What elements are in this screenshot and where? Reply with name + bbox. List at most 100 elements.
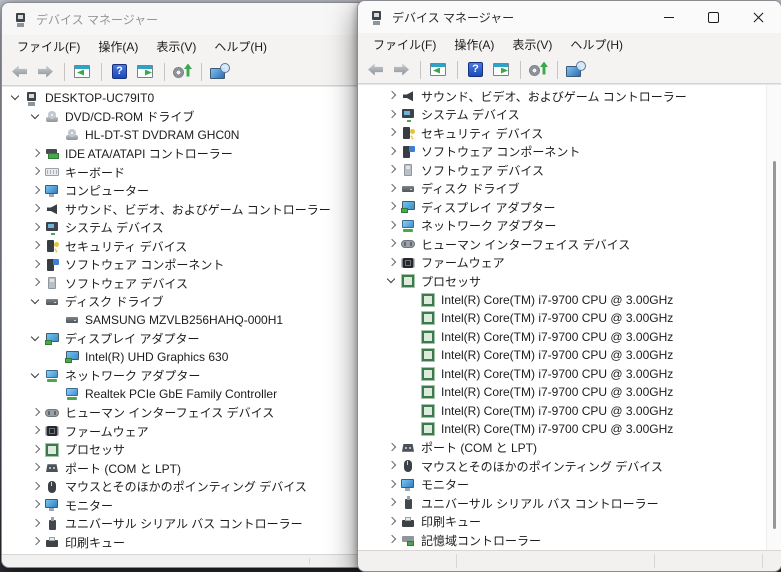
show-console-tree-icon[interactable] [428, 60, 450, 80]
tree-item[interactable]: コンピューター [2, 182, 368, 201]
chevron-icon[interactable] [28, 109, 44, 125]
chevron-icon[interactable] [404, 292, 420, 308]
chevron-icon[interactable] [384, 199, 400, 215]
tree-item[interactable]: ソフトウェア デバイス [358, 161, 766, 180]
scan-hardware-changes-icon[interactable] [528, 60, 550, 80]
tree-item[interactable]: ディスプレイ アダプター [2, 330, 368, 349]
chevron-icon[interactable] [28, 294, 44, 310]
chevron-icon[interactable] [404, 366, 420, 382]
chevron-icon[interactable] [384, 495, 400, 511]
tree-item[interactable]: ディスプレイ アダプター [358, 198, 766, 217]
chevron-icon[interactable] [404, 384, 420, 400]
chevron-icon[interactable] [28, 405, 44, 421]
chevron-icon[interactable] [384, 107, 400, 123]
tree-item[interactable]: 記憶域コントローラー [358, 531, 766, 550]
menu-help[interactable]: ヘルプ(H) [561, 33, 632, 56]
tree-item[interactable]: ディスク ドライブ [2, 293, 368, 312]
tree-item[interactable]: 印刷キュー [2, 533, 368, 552]
menu-action[interactable]: 操作(A) [445, 33, 503, 56]
chevron-icon[interactable] [28, 442, 44, 458]
close-icon[interactable] [736, 1, 781, 33]
chevron-icon[interactable] [384, 144, 400, 160]
titlebar[interactable]: デバイス マネージャー [2, 3, 368, 35]
tree-item[interactable]: サウンド、ビデオ、およびゲーム コントローラー [358, 87, 766, 106]
tree-item[interactable]: マウスとそのほかのポインティング デバイス [2, 478, 368, 497]
tree-item[interactable]: ポート (COM と LPT) [358, 439, 766, 458]
chevron-icon[interactable] [48, 127, 64, 143]
menu-help[interactable]: ヘルプ(H) [205, 35, 276, 58]
titlebar[interactable]: デバイス マネージャー [358, 1, 781, 33]
tree-item[interactable]: Intel(R) Core(TM) i7-9700 CPU @ 3.00GHz [358, 291, 766, 310]
tree-item[interactable]: Intel(R) Core(TM) i7-9700 CPU @ 3.00GHz [358, 328, 766, 347]
chevron-icon[interactable] [48, 349, 64, 365]
tree-item[interactable]: Intel(R) UHD Graphics 630 [2, 348, 368, 367]
chevron-icon[interactable] [384, 162, 400, 178]
tree-item[interactable]: ファームウェア [358, 254, 766, 273]
tree-item[interactable]: ユニバーサル シリアル バス コントローラー [2, 515, 368, 534]
device-manager-window-background[interactable]: デバイス マネージャー ファイル(F) 操作(A) 表示(V) ヘルプ(H) D… [1, 2, 369, 568]
maximize-icon[interactable] [691, 1, 736, 33]
chevron-icon[interactable] [28, 331, 44, 347]
chevron-icon[interactable] [28, 183, 44, 199]
chevron-icon[interactable] [28, 238, 44, 254]
tree-item[interactable]: プロセッサ [2, 441, 368, 460]
tree-item[interactable]: ソフトウェア デバイス [2, 274, 368, 293]
chevron-icon[interactable] [384, 477, 400, 493]
chevron-icon[interactable] [28, 201, 44, 217]
device-manager-search-icon[interactable] [565, 60, 587, 80]
device-manager-search-icon[interactable] [209, 62, 231, 82]
tree-item[interactable]: SAMSUNG MZVLB256HAHQ-000H1 [2, 311, 368, 330]
tree-item[interactable]: プロセッサ [358, 272, 766, 291]
vertical-scrollbar[interactable] [766, 85, 781, 550]
chevron-icon[interactable] [404, 403, 420, 419]
menu-view[interactable]: 表示(V) [147, 35, 205, 58]
device-manager-window-foreground[interactable]: デバイス マネージャー ファイル(F) 操作(A) 表示(V) ヘルプ(H) ?… [357, 0, 781, 572]
tree-item[interactable]: モニター [2, 496, 368, 515]
chevron-icon[interactable] [28, 460, 44, 476]
tree-item[interactable]: ネットワーク アダプター [358, 217, 766, 236]
help-icon[interactable] [465, 60, 487, 80]
tree-item[interactable]: Intel(R) Core(TM) i7-9700 CPU @ 3.00GHz [358, 383, 766, 402]
help-icon[interactable] [109, 62, 131, 82]
chevron-icon[interactable] [384, 532, 400, 548]
tree-item[interactable]: ファームウェア [2, 422, 368, 441]
chevron-icon[interactable] [28, 146, 44, 162]
tree-item[interactable]: セキュリティ デバイス [358, 124, 766, 143]
chevron-icon[interactable] [404, 310, 420, 326]
chevron-icon[interactable] [28, 220, 44, 236]
chevron-icon[interactable] [48, 312, 64, 328]
chevron-icon[interactable] [384, 181, 400, 197]
chevron-icon[interactable] [384, 255, 400, 271]
tree-item[interactable]: Intel(R) Core(TM) i7-9700 CPU @ 3.00GHz [358, 420, 766, 439]
chevron-icon[interactable] [28, 516, 44, 532]
tree-item[interactable]: DESKTOP-UC79IT0 [2, 89, 368, 108]
back-icon[interactable] [365, 60, 387, 80]
tree-item[interactable]: Intel(R) Core(TM) i7-9700 CPU @ 3.00GHz [358, 309, 766, 328]
chevron-icon[interactable] [48, 386, 64, 402]
tree-item[interactable]: Intel(R) Core(TM) i7-9700 CPU @ 3.00GHz [358, 346, 766, 365]
chevron-icon[interactable] [404, 329, 420, 345]
chevron-icon[interactable] [404, 421, 420, 437]
chevron-icon[interactable] [28, 275, 44, 291]
tree-item[interactable]: HL-DT-ST DVDRAM GHC0N [2, 126, 368, 145]
chevron-icon[interactable] [28, 257, 44, 273]
chevron-icon[interactable] [28, 368, 44, 384]
tree-item[interactable]: ディスク ドライブ [358, 180, 766, 199]
show-console-tree-icon[interactable] [72, 62, 94, 82]
scrollbar-thumb[interactable] [773, 161, 776, 529]
tree-item[interactable]: ソフトウェア コンポーネント [2, 256, 368, 275]
tree-item[interactable]: マウスとそのほかのポインティング デバイス [358, 457, 766, 476]
forward-icon[interactable] [391, 60, 413, 80]
chevron-icon[interactable] [8, 90, 24, 106]
tree-item[interactable]: サウンド、ビデオ、およびゲーム コントローラー [2, 200, 368, 219]
chevron-icon[interactable] [384, 440, 400, 456]
chevron-icon[interactable] [384, 125, 400, 141]
chevron-icon[interactable] [404, 347, 420, 363]
back-icon[interactable] [9, 62, 31, 82]
tree-item[interactable]: ソフトウェア コンポーネント [358, 143, 766, 162]
minimize-icon[interactable] [646, 1, 691, 33]
tree-item[interactable]: IDE ATA/ATAPI コントローラー [2, 145, 368, 164]
chevron-icon[interactable] [384, 218, 400, 234]
tree-item[interactable]: システム デバイス [358, 106, 766, 125]
tree-item[interactable]: ヒューマン インターフェイス デバイス [2, 404, 368, 423]
